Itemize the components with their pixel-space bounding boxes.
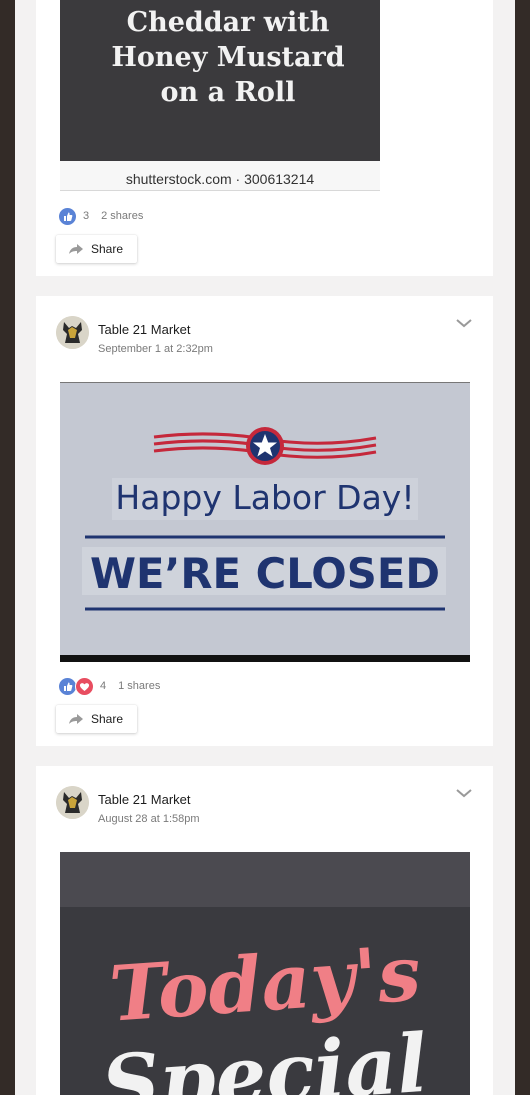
post-image[interactable]: Today's Special [60,852,470,1095]
post-time[interactable]: August 28 at 1:58pm [98,813,200,825]
image-line-1: Cheddar with [127,7,330,38]
post-time[interactable]: September 1 at 2:32pm [98,343,213,355]
share-icon [69,714,83,724]
post-image[interactable]: Happy Labor Day! WE’RE CLOSED [60,382,470,662]
share-label: Share [91,242,124,256]
share-label: Share [91,712,124,726]
labor-day-image: Happy Labor Day! WE’RE CLOSED [60,382,470,662]
image-line-2: Honey Mustard [111,42,344,73]
reactions-bar[interactable]: 4 1 shares [58,676,160,696]
reactions-bar[interactable]: 3 2 shares [58,206,143,226]
page-name[interactable]: Table 21 Market [98,322,191,337]
post-card: Table 21 Market August 28 at 1:58pm Toda… [36,766,493,1095]
image-watermark: shutterstock.com · 300613214 [126,171,315,187]
like-icon [58,206,77,226]
image-line-2: WE’RE CLOSED [90,549,440,598]
share-button[interactable]: Share [56,235,137,263]
post-image[interactable]: Cheddar with Honey Mustard on a Roll shu… [60,0,380,191]
share-count[interactable]: 2 shares [101,210,143,222]
reaction-count: 4 [100,680,107,692]
image-line-1: Happy Labor Day! [115,478,414,517]
share-icon [69,244,83,254]
reaction-count: 3 [83,210,90,222]
post-header: Table 21 Market August 28 at 1:58pm [36,766,493,846]
avatar[interactable] [56,316,89,349]
love-icon [75,676,94,696]
chevron-down-icon[interactable] [455,786,473,800]
avatar[interactable] [56,786,89,819]
chevron-down-icon[interactable] [455,316,473,330]
todays-special-image: Today's Special [60,852,470,1095]
sandwich-sign-image: Cheddar with Honey Mustard on a Roll shu… [60,0,380,191]
post-header: Table 21 Market September 1 at 2:32pm [36,296,493,376]
share-button[interactable]: Share [56,705,137,733]
post-card: Cheddar with Honey Mustard on a Roll shu… [36,0,493,276]
post-card: Table 21 Market September 1 at 2:32pm Ha… [36,296,493,746]
share-count[interactable]: 1 shares [118,680,160,692]
page-name[interactable]: Table 21 Market [98,792,191,807]
image-line-3: on a Roll [161,77,296,108]
